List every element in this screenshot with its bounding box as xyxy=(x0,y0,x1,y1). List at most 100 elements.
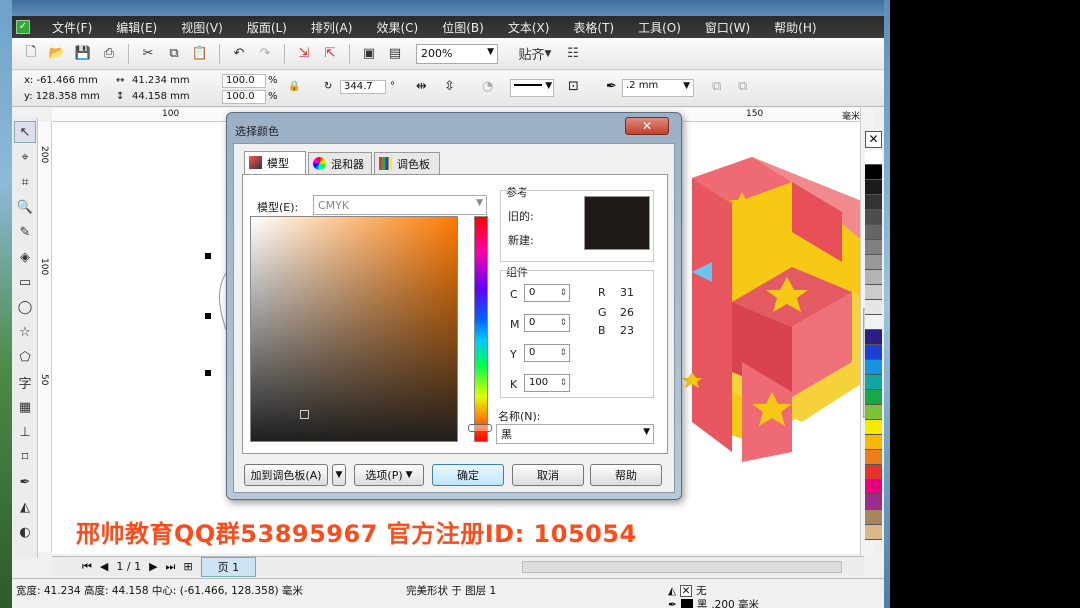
shape-tool-icon[interactable]: ⌖ xyxy=(14,146,36,168)
close-icon[interactable]: ✕ xyxy=(625,117,669,135)
dimension-tool-icon[interactable]: ⊥ xyxy=(14,421,36,443)
palette-swatch[interactable] xyxy=(865,225,882,240)
next-page-icon[interactable]: ▶ xyxy=(149,560,157,573)
prev-page-icon[interactable]: ◀ xyxy=(100,560,108,573)
first-page-icon[interactable]: ⏮ xyxy=(82,560,92,574)
rectangle-tool-icon[interactable]: ▭ xyxy=(14,271,36,293)
object-width[interactable]: 41.234 mm xyxy=(132,75,190,86)
palette-swatch[interactable] xyxy=(865,525,882,540)
table-tool-icon[interactable]: ▦ xyxy=(14,396,36,418)
copy-icon[interactable]: ⧉ xyxy=(163,43,185,65)
palette-swatch[interactable] xyxy=(865,420,882,435)
palette-swatch[interactable] xyxy=(865,345,882,360)
snap-menu-button[interactable]: 贴齐 ▼ xyxy=(512,43,558,65)
polygon-tool-icon[interactable]: ☆ xyxy=(14,321,36,343)
palette-swatch[interactable] xyxy=(865,180,882,195)
palette-swatch[interactable] xyxy=(865,300,882,315)
menu-help[interactable]: 帮助(H) xyxy=(762,19,828,36)
outline-width-combo[interactable]: .2 mm ▼ xyxy=(622,79,694,97)
palette-swatch[interactable] xyxy=(865,375,882,390)
palette-swatch[interactable] xyxy=(865,210,882,225)
palette-swatch[interactable] xyxy=(865,405,882,420)
menu-table[interactable]: 表格(T) xyxy=(561,19,626,36)
zoom-level-combo[interactable]: 200% ▼ xyxy=(416,43,498,64)
last-page-icon[interactable]: ⏭ xyxy=(166,560,176,574)
hue-slider[interactable] xyxy=(474,216,488,442)
palette-swatch[interactable] xyxy=(865,255,882,270)
palette-swatch[interactable] xyxy=(865,390,882,405)
palette-swatch[interactable] xyxy=(865,510,882,525)
hue-slider-handle[interactable] xyxy=(468,424,492,432)
palette-swatch[interactable] xyxy=(865,450,882,465)
model-select[interactable]: CMYK ▼ xyxy=(313,195,487,215)
smart-fill-icon[interactable]: ◈ xyxy=(14,246,36,268)
palette-swatch[interactable] xyxy=(865,315,882,330)
palette-swatch[interactable] xyxy=(865,270,882,285)
yellow-input[interactable]: 0 xyxy=(524,344,570,362)
freehand-tool-icon[interactable]: ✎ xyxy=(14,221,36,243)
open-folder-icon[interactable]: 📂 xyxy=(46,43,68,65)
menu-effects[interactable]: 效果(C) xyxy=(364,19,430,36)
horizontal-scrollbar[interactable] xyxy=(522,561,842,573)
to-front-icon[interactable]: ⧉ xyxy=(712,79,721,94)
menu-text[interactable]: 文本(X) xyxy=(496,19,562,36)
undo-icon[interactable]: ↶ xyxy=(228,43,250,65)
color-picker-area[interactable] xyxy=(250,216,458,442)
cut-icon[interactable]: ✂ xyxy=(137,43,159,65)
mirror-horizontal-icon[interactable]: ⇹ xyxy=(416,79,427,94)
ellipse-tool-icon[interactable]: ◯ xyxy=(14,296,36,318)
import-icon[interactable]: ⇲ xyxy=(293,43,315,65)
palette-swatch[interactable] xyxy=(865,195,882,210)
menu-window[interactable]: 窗口(W) xyxy=(693,19,762,36)
zoom-tool-icon[interactable]: 🔍 xyxy=(14,196,36,218)
paste-icon[interactable]: 📋 xyxy=(189,43,211,65)
palette-swatch[interactable] xyxy=(865,435,882,450)
new-document-icon[interactable]: 🗋 xyxy=(20,43,42,65)
menu-view[interactable]: 视图(V) xyxy=(169,19,235,36)
pick-tool-icon[interactable]: ↖ xyxy=(14,121,36,143)
outline-style-combo[interactable]: ▼ xyxy=(510,79,554,97)
application-launcher-icon[interactable]: ▣ xyxy=(358,43,380,65)
basic-shapes-icon[interactable]: ⬠ xyxy=(14,346,36,368)
palette-swatch[interactable] xyxy=(865,480,882,495)
lock-ratio-icon[interactable]: 🔒 xyxy=(288,81,300,92)
export-icon[interactable]: ⇱ xyxy=(319,43,341,65)
add-to-palette-dropdown[interactable]: ▼ xyxy=(332,464,346,486)
palette-swatch[interactable] xyxy=(865,240,882,255)
scale-y-input[interactable]: 100.0 xyxy=(222,90,266,104)
crop-tool-icon[interactable]: ⌗ xyxy=(14,171,36,193)
wrap-text-icon[interactable]: ⊡ xyxy=(568,79,579,94)
magenta-input[interactable]: 0 xyxy=(524,314,570,332)
scale-x-input[interactable]: 100.0 xyxy=(222,74,266,88)
position-x[interactable]: x: -61.466 mm xyxy=(24,75,98,86)
picker-marker[interactable] xyxy=(300,410,309,419)
page-tab[interactable]: 页 1 xyxy=(200,556,257,577)
text-tool-icon[interactable]: 字 xyxy=(14,371,36,393)
options-icon[interactable]: ☷ xyxy=(562,43,584,65)
object-height[interactable]: 44.158 mm xyxy=(132,91,190,102)
help-button[interactable]: 帮助 xyxy=(590,464,662,486)
outline-tool-icon[interactable]: ✒ xyxy=(14,471,36,493)
menu-edit[interactable]: 编辑(E) xyxy=(104,19,169,36)
tab-palettes[interactable]: 调色板 xyxy=(374,152,440,174)
eyedropper-tool-icon[interactable]: ⌑ xyxy=(14,446,36,468)
menu-file[interactable]: 文件(F) xyxy=(40,19,104,36)
color-name-select[interactable]: 黑 ▼ xyxy=(496,424,654,444)
tab-models[interactable]: 模型 xyxy=(244,151,306,175)
black-input[interactable]: 100 xyxy=(524,374,570,392)
menu-bitmaps[interactable]: 位图(B) xyxy=(430,19,496,36)
cancel-button[interactable]: 取消 xyxy=(512,464,584,486)
ok-button[interactable]: 确定 xyxy=(432,464,504,486)
print-icon[interactable]: ⎙ xyxy=(98,43,120,65)
add-page-icon[interactable]: ⊞ xyxy=(183,560,192,573)
rotation-angle-input[interactable]: 344.7 xyxy=(340,80,386,94)
palette-swatch[interactable] xyxy=(865,360,882,375)
redo-icon[interactable]: ↷ xyxy=(254,43,276,65)
palette-swatch[interactable] xyxy=(865,495,882,510)
no-color-swatch[interactable]: ✕ xyxy=(865,131,882,148)
mirror-vertical-icon[interactable]: ⇳ xyxy=(444,79,455,94)
palette-swatch[interactable] xyxy=(865,150,882,165)
palette-swatch[interactable] xyxy=(865,285,882,300)
to-back-icon[interactable]: ⧉ xyxy=(738,79,747,94)
options-button[interactable]: 选项(P) ▼ xyxy=(354,464,424,486)
